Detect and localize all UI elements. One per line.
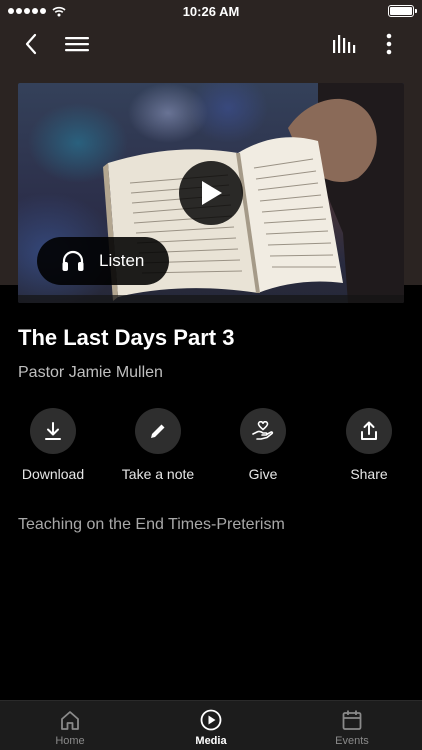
take-note-button[interactable]: Take a note bbox=[108, 408, 208, 482]
speaker-name: Pastor Jamie Mullen bbox=[18, 364, 163, 381]
share-label: Share bbox=[350, 466, 388, 482]
download-label: Download bbox=[21, 466, 85, 482]
play-button[interactable] bbox=[179, 161, 243, 225]
more-vertical-icon bbox=[386, 33, 392, 55]
action-row: Download Take a note Give Share bbox=[0, 408, 422, 488]
listen-label: Listen bbox=[99, 251, 145, 270]
signal-wifi-group bbox=[8, 6, 66, 17]
share-button[interactable]: Share bbox=[319, 408, 419, 482]
media-description: Teaching on the End Times-Preterism bbox=[18, 516, 285, 533]
tab-events[interactable]: Events bbox=[282, 701, 422, 750]
pencil-icon bbox=[151, 424, 165, 438]
play-icon bbox=[202, 181, 222, 205]
tab-home-label: Home bbox=[55, 735, 85, 747]
take-note-label: Take a note bbox=[121, 466, 195, 482]
tab-events-label: Events bbox=[335, 735, 369, 747]
listen-button[interactable]: Listen bbox=[37, 237, 169, 285]
tab-home[interactable]: Home bbox=[0, 701, 140, 750]
share-icon-circle bbox=[346, 408, 392, 454]
headphones-icon bbox=[62, 250, 84, 271]
signal-strength-icon bbox=[8, 8, 46, 14]
tab-media-label: Media bbox=[195, 735, 227, 747]
download-icon-circle bbox=[30, 408, 76, 454]
give-label: Give bbox=[248, 466, 278, 482]
give-icon-circle bbox=[240, 408, 286, 454]
audio-bars-icon bbox=[333, 35, 356, 53]
audio-levels-button[interactable] bbox=[326, 26, 362, 62]
media-title: The Last Days Part 3 bbox=[18, 325, 235, 350]
back-button[interactable] bbox=[13, 26, 49, 62]
media-artwork: Listen bbox=[18, 83, 404, 303]
status-bar: 10:26 AM bbox=[0, 0, 422, 22]
tab-bar: Home Media Events bbox=[0, 700, 422, 750]
battery-icon bbox=[388, 5, 417, 17]
play-circle-icon bbox=[200, 709, 222, 731]
more-options-button[interactable] bbox=[371, 26, 407, 62]
share-icon bbox=[361, 421, 377, 440]
download-icon bbox=[45, 422, 61, 440]
give-button[interactable]: Give bbox=[213, 408, 313, 482]
calendar-icon bbox=[342, 710, 362, 730]
tab-media[interactable]: Media bbox=[141, 701, 281, 750]
give-hand-heart-icon bbox=[252, 421, 274, 440]
wifi-icon bbox=[52, 6, 66, 16]
chevron-left-icon bbox=[25, 33, 37, 55]
home-icon bbox=[61, 711, 79, 730]
hamburger-menu-icon bbox=[65, 37, 89, 52]
download-button[interactable]: Download bbox=[3, 408, 103, 482]
pencil-icon-circle bbox=[135, 408, 181, 454]
menu-button[interactable] bbox=[59, 26, 95, 62]
navigation-bar bbox=[0, 22, 422, 66]
